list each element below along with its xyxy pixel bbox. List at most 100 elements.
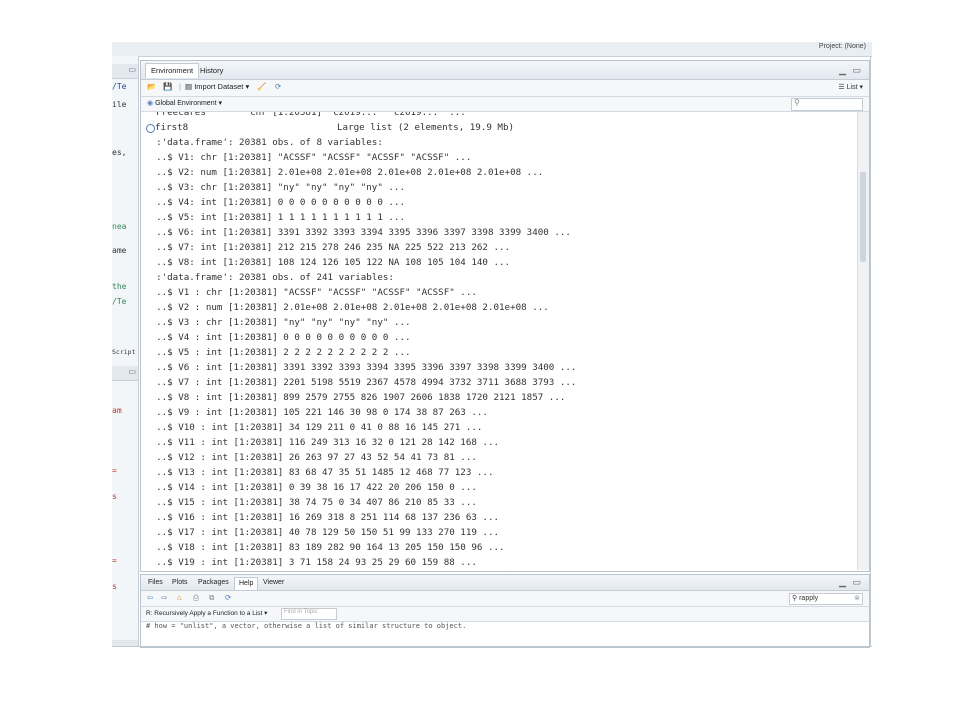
- code-fragment: =: [112, 556, 117, 565]
- window-controls[interactable]: ▁ ▭: [839, 65, 863, 76]
- structure-row: ..$ V5 : int [1:20381] 2 2 2 2 2 2 2 2 2…: [145, 347, 411, 358]
- import-dataset-button[interactable]: ▤ Import Dataset ▾: [185, 82, 249, 91]
- save-icon[interactable]: 💾: [163, 82, 172, 91]
- code-fragment: =: [112, 466, 117, 475]
- import-icon: ▤: [185, 82, 193, 91]
- code-fragment: es,: [112, 148, 127, 157]
- left-pane: ▭ ▭ /Te ile es, nea ame the/Te Script am = s = s: [112, 56, 139, 646]
- structure-row: ..$ V17 : int [1:20381] 40 78 129 50 150…: [145, 527, 500, 538]
- minimize-icon[interactable]: ▭: [128, 367, 136, 376]
- project-menu[interactable]: Project: (None): [819, 43, 866, 50]
- tab-packages[interactable]: Packages: [194, 577, 233, 589]
- structure-row: ..$ V5: int [1:20381] 1 1 1 1 1 1 1 1 1 …: [145, 212, 405, 223]
- tab-environment[interactable]: Environment: [145, 63, 200, 78]
- env-row-partial: Freecares chr [1:20381] 'c2019...' 'c201…: [145, 112, 466, 118]
- code-fragment: am: [112, 406, 122, 415]
- popout-icon[interactable]: ⧉: [209, 593, 214, 603]
- structure-row: ..$ V1 : chr [1:20381] "ACSSF" "ACSSF" "…: [145, 287, 477, 298]
- help-search-value: rapply: [799, 595, 819, 602]
- list-label: List: [846, 84, 858, 91]
- structure-row: ..$ V14 : int [1:20381] 0 39 38 16 17 42…: [145, 482, 477, 493]
- structure-row: :'data.frame': 20381 obs. of 8 variables…: [145, 137, 383, 148]
- object-name[interactable]: first8: [155, 120, 188, 135]
- structure-row: ..$ V13 : int [1:20381] 83 68 47 35 51 1…: [145, 467, 494, 478]
- tab-plots[interactable]: Plots: [168, 577, 192, 589]
- structure-row: ..$ V6 : int [1:20381] 3391 3392 3393 33…: [145, 362, 577, 373]
- code-fragment: the: [112, 282, 127, 291]
- environment-icon: ◉: [147, 100, 154, 107]
- tab-viewer[interactable]: Viewer: [259, 577, 288, 589]
- structure-row: ..$ V3 : chr [1:20381] "ny" "ny" "ny" "n…: [145, 317, 411, 328]
- structure-row: ..$ V3: chr [1:20381] "ny" "ny" "ny" "ny…: [145, 182, 405, 193]
- env-toolbar: 📂 💾 | ▤ Import Dataset ▾ 🧹 ⟳ ☰ List ▾: [141, 80, 869, 97]
- refresh-icon[interactable]: ⟳: [225, 593, 231, 602]
- structure-row: ..$ V11 : int [1:20381] 116 249 313 16 3…: [145, 437, 500, 448]
- help-tabs: Files Plots Packages Help Viewer ▁ ▭: [141, 575, 869, 591]
- scroll-thumb[interactable]: [860, 172, 866, 262]
- structure-row: ..$ V4 : int [1:20381] 0 0 0 0 0 0 0 0 0…: [145, 332, 411, 343]
- help-topic-label: R: Recursively Apply a Function to a Lis…: [146, 610, 263, 617]
- global-environment-label: Global Environment: [155, 100, 217, 107]
- tab-files[interactable]: Files: [144, 577, 167, 589]
- help-search-input[interactable]: ⚲ rapply ⊗: [789, 593, 863, 605]
- view-mode-list[interactable]: ☰ List ▾: [838, 83, 863, 91]
- structure-row: :'data.frame': 20381 obs. of 241 variabl…: [145, 272, 394, 283]
- structure-row: ..$ V1: chr [1:20381] "ACSSF" "ACSSF" "A…: [145, 152, 472, 163]
- structure-row: ..$ V8: int [1:20381] 108 124 126 105 12…: [145, 257, 511, 268]
- env-search-input[interactable]: ⚲: [791, 98, 863, 111]
- help-topic-dropdown[interactable]: R: Recursively Apply a Function to a Lis…: [146, 609, 267, 617]
- object-value: Large list (2 elements, 19.9 Mb): [337, 122, 515, 133]
- env-subbar: ◉ Global Environment ▾ ⚲: [141, 97, 869, 112]
- print-icon[interactable]: ⎙: [193, 593, 199, 603]
- separator: |: [179, 82, 181, 91]
- tab-history[interactable]: History: [195, 64, 228, 78]
- open-icon[interactable]: 📂: [147, 82, 156, 91]
- expand-toggle-icon[interactable]: [146, 124, 155, 133]
- structure-row: ..$ V6: int [1:20381] 3391 3392 3393 339…: [145, 227, 571, 238]
- code-fragment: s: [112, 582, 117, 591]
- left-pane-header: ▭: [112, 64, 138, 79]
- code-fragment: /Te: [112, 297, 127, 306]
- environment-pane: Environment History ▁ ▭ 📂 💾 | ▤ Import D…: [140, 60, 870, 572]
- clear-search-icon[interactable]: ⊗: [854, 594, 860, 602]
- structure-row: ..$ V7: int [1:20381] 212 215 278 246 23…: [145, 242, 511, 253]
- structure-row: ..$ V4: int [1:20381] 0 0 0 0 0 0 0 0 0 …: [145, 197, 405, 208]
- environment-list: Freecares chr [1:20381] 'c2019...' 'c201…: [141, 112, 857, 570]
- forward-arrow-icon[interactable]: ⇨: [161, 593, 167, 602]
- import-dataset-label: Import Dataset: [194, 82, 244, 91]
- find-in-topic-input[interactable]: Find in Topic: [281, 608, 337, 620]
- back-arrow-icon[interactable]: ⇦: [147, 593, 153, 602]
- structure-row: ..$ V15 : int [1:20381] 38 74 75 0 34 40…: [145, 497, 477, 508]
- structure-row: ..$ V2: num [1:20381] 2.01e+08 2.01e+08 …: [145, 167, 544, 178]
- env-tabs: Environment History ▁ ▭: [141, 61, 869, 80]
- structure-row: ..$ V7 : int [1:20381] 2201 5198 5519 23…: [145, 377, 577, 388]
- search-icon: ⚲: [794, 98, 800, 107]
- structure-row: ..$ V12 : int [1:20381] 26 263 97 27 43 …: [145, 452, 477, 463]
- code-fragment: ile: [112, 100, 127, 109]
- env-scrollbar[interactable]: [857, 112, 869, 570]
- structure-row: ..$ V2 : num [1:20381] 2.01e+08 2.01e+08…: [145, 302, 549, 313]
- help-subbar: R: Recursively Apply a Function to a Lis…: [141, 607, 869, 622]
- code-fragment: /Te: [112, 82, 127, 91]
- structure-row: ..$ V19 : int [1:20381] 3 71 158 24 93 2…: [145, 557, 477, 568]
- code-fragment: s: [112, 492, 117, 501]
- structure-row: ..$ V10 : int [1:20381] 34 129 211 0 41 …: [145, 422, 483, 433]
- help-content: # how = "unlist", a vector, otherwise a …: [146, 622, 467, 630]
- window-right-border: [870, 56, 871, 646]
- left-pane-header-2: ▭: [112, 366, 138, 381]
- code-fragment: nea: [112, 222, 127, 231]
- help-window-controls[interactable]: ▁ ▭: [839, 577, 863, 588]
- structure-row: ..$ V9 : int [1:20381] 105 221 146 30 98…: [145, 407, 488, 418]
- help-pane: Files Plots Packages Help Viewer ▁ ▭ ⇦ ⇨…: [140, 574, 870, 648]
- code-fragment: Script: [112, 348, 136, 356]
- home-icon[interactable]: ⌂: [177, 593, 182, 602]
- clear-broom-icon[interactable]: 🧹: [257, 82, 266, 91]
- minimize-icon[interactable]: ▭: [128, 65, 136, 74]
- global-environment-dropdown[interactable]: ◉ Global Environment ▾: [147, 99, 222, 107]
- structure-row: ..$ V18 : int [1:20381] 83 189 282 90 16…: [145, 542, 505, 553]
- refresh-icon[interactable]: ⟳: [275, 82, 281, 91]
- structure-row: ..$ V8 : int [1:20381] 899 2579 2755 826…: [145, 392, 566, 403]
- top-strip: Project: (None): [112, 42, 872, 57]
- tab-help[interactable]: Help: [234, 577, 259, 590]
- search-icon: ⚲: [792, 595, 798, 602]
